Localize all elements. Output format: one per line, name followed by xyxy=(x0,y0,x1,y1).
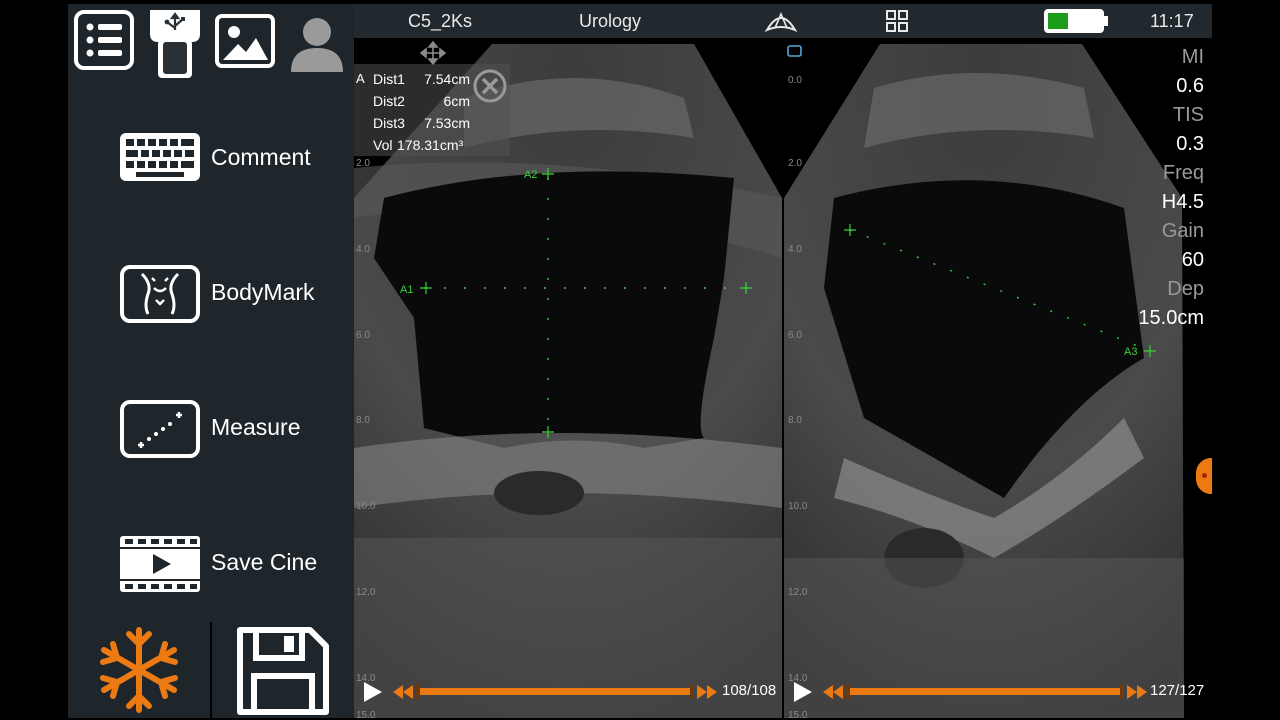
save-image-button[interactable] xyxy=(212,622,354,718)
probe-name: C5_2Ks xyxy=(408,11,473,31)
comment-label: Comment xyxy=(211,144,311,170)
measurement-value: 6cm xyxy=(443,93,470,109)
ultrasound-image-right[interactable]: A3 0.0 2.0 4.0 6.0 8.0 10.0 12.0 14.0 15… xyxy=(784,38,1212,718)
cine-end-handle[interactable] xyxy=(690,684,694,699)
play-icon[interactable] xyxy=(360,680,384,704)
film-icon xyxy=(120,536,200,592)
cine-bar-left: 108/108 xyxy=(354,680,782,704)
cine-bar-right: 127/127 xyxy=(784,680,1212,704)
list-icon[interactable] xyxy=(74,10,136,72)
patient-avatar-icon[interactable] xyxy=(286,10,348,72)
param-freq-label: Freq xyxy=(1162,162,1204,184)
keyboard-icon xyxy=(120,133,200,181)
play-icon[interactable] xyxy=(790,680,814,704)
freeze-button[interactable] xyxy=(68,622,210,718)
battery-icon xyxy=(1044,8,1110,39)
param-depth-label: Dep xyxy=(1167,278,1204,300)
cine-start-handle[interactable] xyxy=(846,684,850,699)
measurement-tag: A xyxy=(356,71,365,86)
bodymark-icon xyxy=(120,265,200,323)
param-freq-value: H4.5 xyxy=(1161,191,1204,213)
rewind-icon[interactable] xyxy=(392,684,414,700)
fast-forward-icon[interactable] xyxy=(696,684,718,700)
probe-sector-icon[interactable] xyxy=(763,8,799,39)
param-mi-label: MI xyxy=(1181,46,1204,68)
frame-counter-right: 127/127 xyxy=(1150,682,1205,699)
depth-tick: 2.0 xyxy=(356,158,370,169)
measure-button[interactable]: Measure xyxy=(68,372,354,482)
bodymark-button[interactable]: BodyMark xyxy=(68,237,354,347)
measurement-label: Dist2 xyxy=(373,93,405,109)
close-icon[interactable] xyxy=(472,68,508,104)
param-gain-label: Gain xyxy=(1161,220,1204,242)
param-tis-label: TIS xyxy=(1172,104,1204,126)
frame-counter-left: 108/108 xyxy=(722,682,777,699)
depth-tick: 12.0 xyxy=(356,587,376,598)
depth-tick: 6.0 xyxy=(356,330,370,341)
save-cine-button[interactable]: Save Cine xyxy=(68,507,354,617)
rewind-icon[interactable] xyxy=(822,684,844,700)
measure-icon xyxy=(120,400,200,458)
measurement-value: 7.53cm xyxy=(424,115,470,131)
caliper-label-a1: A1 xyxy=(400,284,414,296)
param-tis-value: 0.3 xyxy=(1176,133,1204,155)
depth-tick: 2.0 xyxy=(788,158,802,169)
measure-label: Measure xyxy=(211,414,301,440)
depth-tick: 4.0 xyxy=(788,244,802,255)
move-icon[interactable] xyxy=(418,40,448,66)
ultrasound-image-left[interactable]: A1 A2 2.0 4.0 6.0 8.0 10.0 12.0 14.0 15.… xyxy=(354,38,782,718)
param-depth-value: 15.0cm xyxy=(1138,307,1204,329)
cine-end-handle[interactable] xyxy=(1120,684,1124,699)
comment-button[interactable]: Comment xyxy=(68,102,354,212)
usb-probe-icon[interactable] xyxy=(144,6,206,80)
depth-tick: 15.0 xyxy=(356,710,376,718)
pane-divider xyxy=(782,38,784,718)
fast-forward-icon[interactable] xyxy=(1126,684,1148,700)
save-cine-label: Save Cine xyxy=(211,549,318,575)
snowflake-icon xyxy=(100,627,178,713)
focus-dot xyxy=(1202,473,1207,478)
function-menu: Comment BodyMark Measure Save Cine xyxy=(68,82,354,622)
layout-grid-icon[interactable] xyxy=(886,10,908,37)
ultrasound-app: C5_2Ks Urology 11:17 Comment BodyMark Me… xyxy=(68,4,1212,718)
depth-tick: 4.0 xyxy=(356,244,370,255)
param-mi-value: 0.6 xyxy=(1176,75,1204,97)
bodymark-label: BodyMark xyxy=(211,279,315,305)
toolbar xyxy=(68,4,354,82)
depth-tick: 10.0 xyxy=(788,501,808,512)
caliper-label-a3: A3 xyxy=(1124,346,1138,358)
clock: 11:17 xyxy=(1150,11,1194,31)
depth-tick: 0.0 xyxy=(788,75,802,86)
measurement-label: Vol xyxy=(373,137,393,153)
image-gallery-icon[interactable] xyxy=(214,10,276,72)
depth-tick: 6.0 xyxy=(788,330,802,341)
depth-tick: 10.0 xyxy=(356,501,376,512)
floppy-disk-icon xyxy=(237,627,329,715)
measurement-label: Dist1 xyxy=(373,71,405,87)
param-gain-value: 60 xyxy=(1181,249,1204,271)
exam-preset[interactable]: Urology xyxy=(579,11,641,32)
depth-tick: 8.0 xyxy=(356,415,370,426)
cine-progress-track[interactable] xyxy=(846,688,1124,695)
sector-scan-right xyxy=(784,44,1184,718)
status-bar: C5_2Ks Urology 11:17 xyxy=(354,4,1212,38)
depth-tick: 15.0 xyxy=(788,710,808,718)
depth-tick: 12.0 xyxy=(788,587,808,598)
depth-tick: 8.0 xyxy=(788,415,802,426)
measurement-label: Dist3 xyxy=(373,115,405,131)
measurement-value: 7.54cm xyxy=(424,71,470,87)
caliper-label-a2: A2 xyxy=(524,169,538,181)
cine-start-handle[interactable] xyxy=(416,684,420,699)
cine-progress-track[interactable] xyxy=(416,688,694,695)
measurement-value: 178.31cm³ xyxy=(397,137,464,153)
